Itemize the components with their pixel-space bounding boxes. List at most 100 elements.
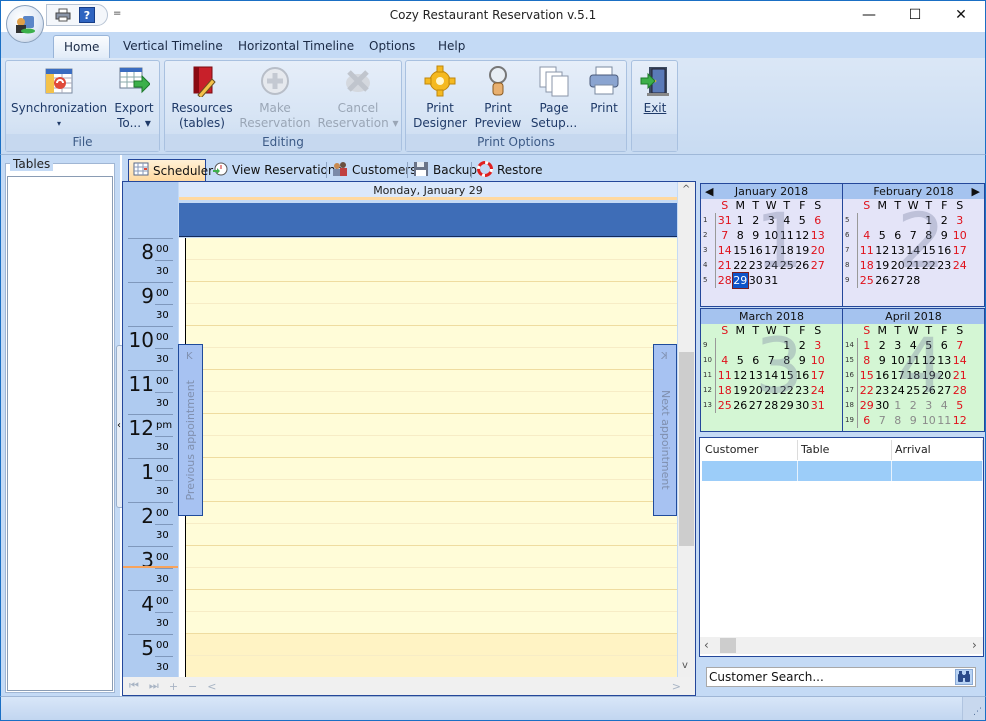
day-cell[interactable]: 7 (906, 228, 922, 243)
day-cell[interactable]: 11 (779, 228, 795, 243)
day-cell[interactable]: 4 (906, 338, 922, 353)
day-cell[interactable]: 7 (875, 413, 891, 428)
day-cell[interactable]: 18 (717, 383, 733, 398)
day-cell[interactable]: 30 (795, 398, 811, 413)
day-cell[interactable]: 3 (764, 213, 780, 228)
maximize-button[interactable]: ☐ (892, 0, 938, 30)
day-cell[interactable]: 22 (921, 258, 937, 273)
day-cell[interactable]: 3 (921, 398, 937, 413)
day-cell[interactable]: 8 (921, 228, 937, 243)
print-preview-button[interactable]: Print Preview (474, 65, 522, 131)
resize-grip-icon[interactable]: ⋰ (962, 697, 985, 720)
day-cell[interactable]: 1 (733, 213, 749, 228)
day-cell[interactable]: 16 (748, 243, 764, 258)
binoculars-icon[interactable] (955, 669, 973, 685)
day-cell[interactable]: 3 (952, 213, 968, 228)
scroll-right-icon[interactable]: › (972, 638, 977, 652)
remove-icon[interactable]: − (188, 680, 197, 693)
day-cell[interactable]: 12 (875, 243, 891, 258)
day-cell[interactable]: 13 (890, 243, 906, 258)
day-cell[interactable]: 1 (779, 338, 795, 353)
day-cell[interactable]: 1 (859, 338, 875, 353)
day-cell[interactable]: 4 (717, 353, 733, 368)
day-cell[interactable]: 23 (875, 383, 891, 398)
column-header-arrival[interactable]: Arrival (892, 440, 983, 460)
day-cell[interactable]: 15 (733, 243, 749, 258)
grid-cell[interactable] (892, 461, 983, 481)
day-cell[interactable]: 27 (810, 258, 826, 273)
page-setup-button[interactable]: Page Setup... (530, 65, 578, 131)
export-button[interactable]: Export To... ▾ (112, 65, 156, 131)
customer-search-input[interactable]: Customer Search... (706, 667, 976, 687)
day-cell[interactable]: 26 (795, 258, 811, 273)
day-cell[interactable]: 2 (906, 398, 922, 413)
day-cell[interactable]: 31 (810, 398, 826, 413)
day-cell[interactable]: 3 (810, 338, 826, 353)
day-cell[interactable]: 31 (717, 213, 733, 228)
scroll-left-icon[interactable]: < (207, 680, 216, 693)
day-cell[interactable]: 30 (875, 398, 891, 413)
day-cell[interactable]: 26 (733, 398, 749, 413)
day-cell[interactable]: 5 (875, 228, 891, 243)
day-cell[interactable]: 23 (795, 383, 811, 398)
scroll-right-icon[interactable]: > (672, 680, 681, 693)
day-cell[interactable]: 9 (906, 413, 922, 428)
day-cell[interactable]: 14 (717, 243, 733, 258)
day-cell[interactable]: 5 (921, 338, 937, 353)
collapse-arrow-icon[interactable]: ‹ (117, 420, 121, 431)
make-reservation-button[interactable]: Make Reservation (239, 65, 311, 131)
column-header-table[interactable]: Table (798, 440, 892, 460)
day-cell[interactable]: 10 (952, 228, 968, 243)
day-cell[interactable]: 10 (764, 228, 780, 243)
day-cell[interactable]: 19 (921, 368, 937, 383)
day-cell[interactable]: 12 (952, 413, 968, 428)
day-cell[interactable]: 25 (859, 273, 875, 288)
day-cell[interactable]: 2 (748, 213, 764, 228)
close-button[interactable]: ✕ (938, 0, 984, 30)
scroll-down-icon[interactable]: v (682, 660, 688, 671)
day-cell[interactable]: 10 (921, 413, 937, 428)
day-cell[interactable]: 9 (748, 228, 764, 243)
day-cell[interactable]: 8 (733, 228, 749, 243)
day-cell[interactable]: 18 (859, 258, 875, 273)
day-cell[interactable]: 29 (859, 398, 875, 413)
day-cell[interactable]: 27 (937, 383, 953, 398)
day-cell[interactable]: 23 (937, 258, 953, 273)
column-header-customer[interactable]: Customer (702, 440, 798, 460)
day-cell[interactable]: 29 (731, 272, 749, 289)
last-icon[interactable]: ⏭ (149, 679, 159, 693)
print-button[interactable]: Print (584, 65, 624, 116)
day-cell[interactable]: 24 (764, 258, 780, 273)
day-cell[interactable]: 7 (764, 353, 780, 368)
day-cell[interactable]: 20 (810, 243, 826, 258)
tab-options[interactable]: Options (359, 35, 425, 58)
horizontal-scroll-thumb[interactable] (720, 638, 736, 653)
all-day-area[interactable] (179, 203, 677, 237)
day-cell[interactable]: 7 (952, 338, 968, 353)
day-cell[interactable]: 8 (779, 353, 795, 368)
tab-home[interactable]: Home (53, 35, 111, 58)
day-cell[interactable]: 22 (859, 383, 875, 398)
day-cell[interactable]: 6 (937, 338, 953, 353)
day-cell[interactable]: 21 (717, 258, 733, 273)
day-cell[interactable]: 2 (937, 213, 953, 228)
synchronization-button[interactable]: Synchronization ▾ (11, 65, 107, 131)
day-cell[interactable]: 8 (890, 413, 906, 428)
tab-horizontal-timeline[interactable]: Horizontal Timeline (228, 35, 364, 58)
grid-cell[interactable] (702, 461, 798, 481)
day-cell[interactable]: 2 (875, 338, 891, 353)
day-cell[interactable]: 5 (952, 398, 968, 413)
day-cell[interactable]: 22 (779, 383, 795, 398)
day-cell[interactable]: 11 (717, 368, 733, 383)
resources-button[interactable]: Resources (tables) (170, 65, 234, 131)
prev-month-icon[interactable]: ◀ (705, 184, 713, 199)
day-cell[interactable]: 14 (906, 243, 922, 258)
day-cell[interactable]: 4 (937, 398, 953, 413)
day-cell[interactable]: 14 (952, 353, 968, 368)
day-cell[interactable]: 10 (890, 353, 906, 368)
day-cell[interactable]: 13 (937, 353, 953, 368)
day-cell[interactable]: 9 (795, 353, 811, 368)
day-cell[interactable]: 5 (733, 353, 749, 368)
add-icon[interactable]: + (169, 680, 178, 693)
day-cell[interactable]: 20 (748, 383, 764, 398)
